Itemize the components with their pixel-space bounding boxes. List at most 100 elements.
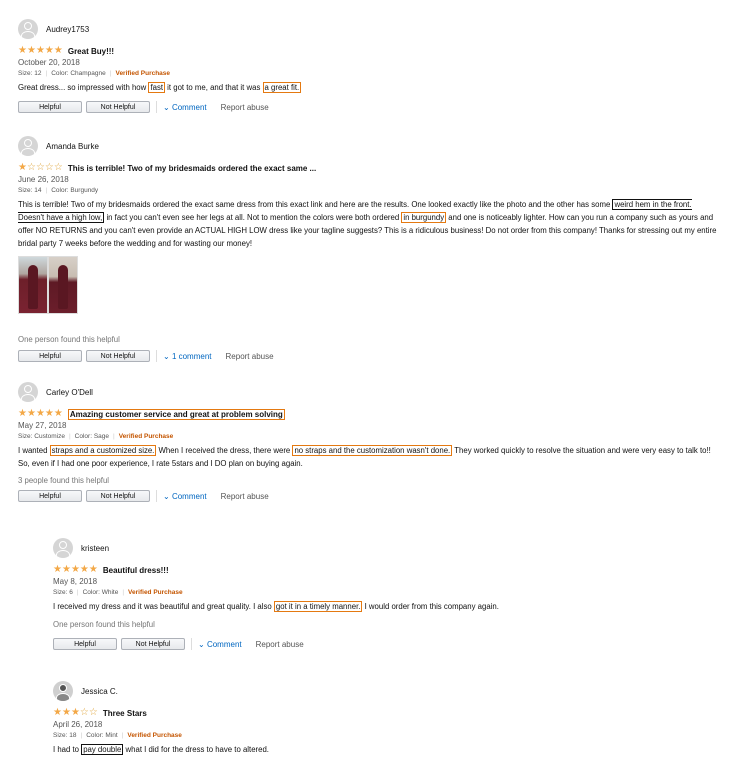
star-filled-icon: ★ xyxy=(44,45,54,56)
star-empty-icon: ☆ xyxy=(26,162,36,173)
star-filled-icon: ★ xyxy=(18,162,27,173)
helpful-count: 3 people found this helpful xyxy=(18,476,110,485)
body-text: what I did for the dress to have to alte… xyxy=(123,745,269,754)
review-photo-thumbnail[interactable] xyxy=(18,256,48,314)
review-photos xyxy=(18,256,718,314)
review-date: April 26, 2018 xyxy=(53,720,103,729)
review-meta: Size: Customize | Color: Sage | Verified… xyxy=(18,433,718,440)
color-label: Color: Sage xyxy=(74,433,109,440)
comment-link[interactable]: ⌄ Comment xyxy=(198,640,242,649)
body-text: I would order from this company again. xyxy=(362,602,499,611)
not-helpful-button[interactable]: Not Helpful xyxy=(121,638,185,650)
meta-divider: | xyxy=(68,433,71,440)
helpful-button[interactable]: Helpful xyxy=(18,101,82,113)
review-title[interactable]: Beautiful dress!!! xyxy=(103,566,169,575)
reviewer-name[interactable]: Jessica C. xyxy=(81,687,118,696)
highlighted-phrase: fast xyxy=(148,82,166,93)
reviewer-name[interactable]: kristeen xyxy=(81,544,109,553)
star-filled-icon: ★ xyxy=(79,564,89,575)
review-3: Carley O'Dell ★ ★ ★ ★ ★ Amazing customer ser… xyxy=(18,381,718,503)
comment-link[interactable]: ⌄ Comment xyxy=(163,492,207,501)
star-filled-icon: ★ xyxy=(53,45,63,56)
chevron-down-icon: ⌄ xyxy=(198,639,207,649)
star-rating[interactable]: ★ ☆ ☆ ☆ ☆ xyxy=(18,163,63,173)
comment-label: Comment xyxy=(171,491,207,501)
review-header: Jessica C. xyxy=(53,680,723,702)
body-text: I had to xyxy=(53,745,82,754)
review-body: I wanted straps and a customized size. W… xyxy=(18,444,718,470)
verified-purchase-badge[interactable]: Verified Purchase xyxy=(119,433,174,440)
report-abuse-link[interactable]: Report abuse xyxy=(256,640,304,649)
user-avatar-icon[interactable] xyxy=(18,136,38,156)
star-filled-icon: ★ xyxy=(53,408,63,419)
review-actions: Helpful Not Helpful ⌄ 1 comment Report a… xyxy=(18,349,718,363)
size-label: Size: 18 xyxy=(53,732,77,739)
star-filled-icon: ★ xyxy=(35,45,45,56)
review-title[interactable]: Great Buy!!! xyxy=(68,47,114,56)
color-label: Color: Mint xyxy=(86,732,118,739)
divider xyxy=(156,101,157,113)
helpful-button[interactable]: Helpful xyxy=(53,638,117,650)
body-text: This is terrible! Two of my bridesmaids … xyxy=(18,200,613,209)
user-avatar-icon[interactable] xyxy=(18,382,38,402)
star-filled-icon: ★ xyxy=(18,45,27,56)
meta-divider: | xyxy=(45,187,48,194)
report-abuse-link[interactable]: Report abuse xyxy=(221,103,269,112)
not-helpful-button[interactable]: Not Helpful xyxy=(86,101,150,113)
meta-divider: | xyxy=(113,433,115,440)
review-title[interactable]: This is terrible! Two of my bridesmaids … xyxy=(68,164,316,173)
star-filled-icon: ★ xyxy=(70,564,80,575)
size-label: Size: Customize xyxy=(18,433,65,440)
comment-label: 1 comment xyxy=(171,351,212,361)
report-abuse-link[interactable]: Report abuse xyxy=(221,492,269,501)
reviewer-name[interactable]: Amanda Burke xyxy=(46,142,99,151)
helpful-button[interactable]: Helpful xyxy=(18,350,82,362)
verified-purchase-badge[interactable]: Verified Purchase xyxy=(127,732,182,739)
user-avatar-icon[interactable] xyxy=(53,681,73,701)
size-label: Size: 12 xyxy=(18,70,42,77)
size-label: Size: 6 xyxy=(53,589,73,596)
review-header: Amanda Burke xyxy=(18,135,718,157)
helpful-button[interactable]: Helpful xyxy=(18,490,82,502)
color-label: Color: Burgundy xyxy=(51,187,99,194)
highlighted-phrase: got it in a timely manner. xyxy=(273,601,363,612)
user-avatar-icon[interactable] xyxy=(18,19,38,39)
review-photo-thumbnail[interactable] xyxy=(48,256,78,314)
comment-link[interactable]: ⌄ 1 comment xyxy=(163,352,212,361)
reviewer-name[interactable]: Carley O'Dell xyxy=(46,388,93,397)
star-filled-icon: ★ xyxy=(53,707,62,718)
reviewer-name[interactable]: Audrey1753 xyxy=(46,25,89,34)
review-body: I received my dress and it was beautiful… xyxy=(53,600,723,613)
highlighted-phrase: straps and a customized size. xyxy=(49,445,157,456)
review-body: I had to pay double what I did for the d… xyxy=(53,743,723,756)
star-rating[interactable]: ★ ★ ★ ★ ★ xyxy=(18,409,63,419)
body-text: in fact you can't even see her legs at a… xyxy=(104,213,402,222)
review-title[interactable]: Amazing customer service and great at pr… xyxy=(67,408,285,420)
meta-divider: | xyxy=(80,732,83,739)
meta-divider: | xyxy=(122,589,125,596)
not-helpful-button[interactable]: Not Helpful xyxy=(86,490,150,502)
review-actions: Helpful Not Helpful ⌄ Comment Report abu… xyxy=(18,100,728,114)
verified-purchase-badge[interactable]: Verified Purchase xyxy=(115,70,170,77)
review-date: June 26, 2018 xyxy=(18,175,69,184)
highlighted-phrase: in burgundy xyxy=(401,212,447,223)
user-avatar-icon[interactable] xyxy=(53,538,73,558)
not-helpful-button[interactable]: Not Helpful xyxy=(86,350,150,362)
verified-purchase-badge[interactable]: Verified Purchase xyxy=(128,589,183,596)
star-rating[interactable]: ★ ★ ★ ★ ★ xyxy=(18,46,63,56)
review-5: Jessica C. ★ ★ ★ ☆ ☆ Three Stars April 26, 2… xyxy=(53,680,723,756)
highlighted-phrase: a great fit. xyxy=(262,82,302,93)
report-abuse-link[interactable]: Report abuse xyxy=(226,352,274,361)
star-empty-icon: ☆ xyxy=(88,707,98,718)
review-meta: Size: 12 | Color: Champagne | Verified P… xyxy=(18,70,728,77)
star-filled-icon: ★ xyxy=(61,564,71,575)
star-filled-icon: ★ xyxy=(26,408,36,419)
star-rating[interactable]: ★ ★ ★ ★ ★ xyxy=(53,565,98,575)
review-4: kristeen ★ ★ ★ ★ ★ Beautiful dress!!! May 8,… xyxy=(53,537,723,651)
review-body: This is terrible! Two of my bridesmaids … xyxy=(18,198,718,250)
meta-divider: | xyxy=(45,70,48,77)
review-title[interactable]: Three Stars xyxy=(103,709,147,718)
star-rating[interactable]: ★ ★ ★ ☆ ☆ xyxy=(53,708,98,718)
comment-link[interactable]: ⌄ Comment xyxy=(163,103,207,112)
highlighted-phrase: no straps and the customization wasn't d… xyxy=(292,445,453,456)
